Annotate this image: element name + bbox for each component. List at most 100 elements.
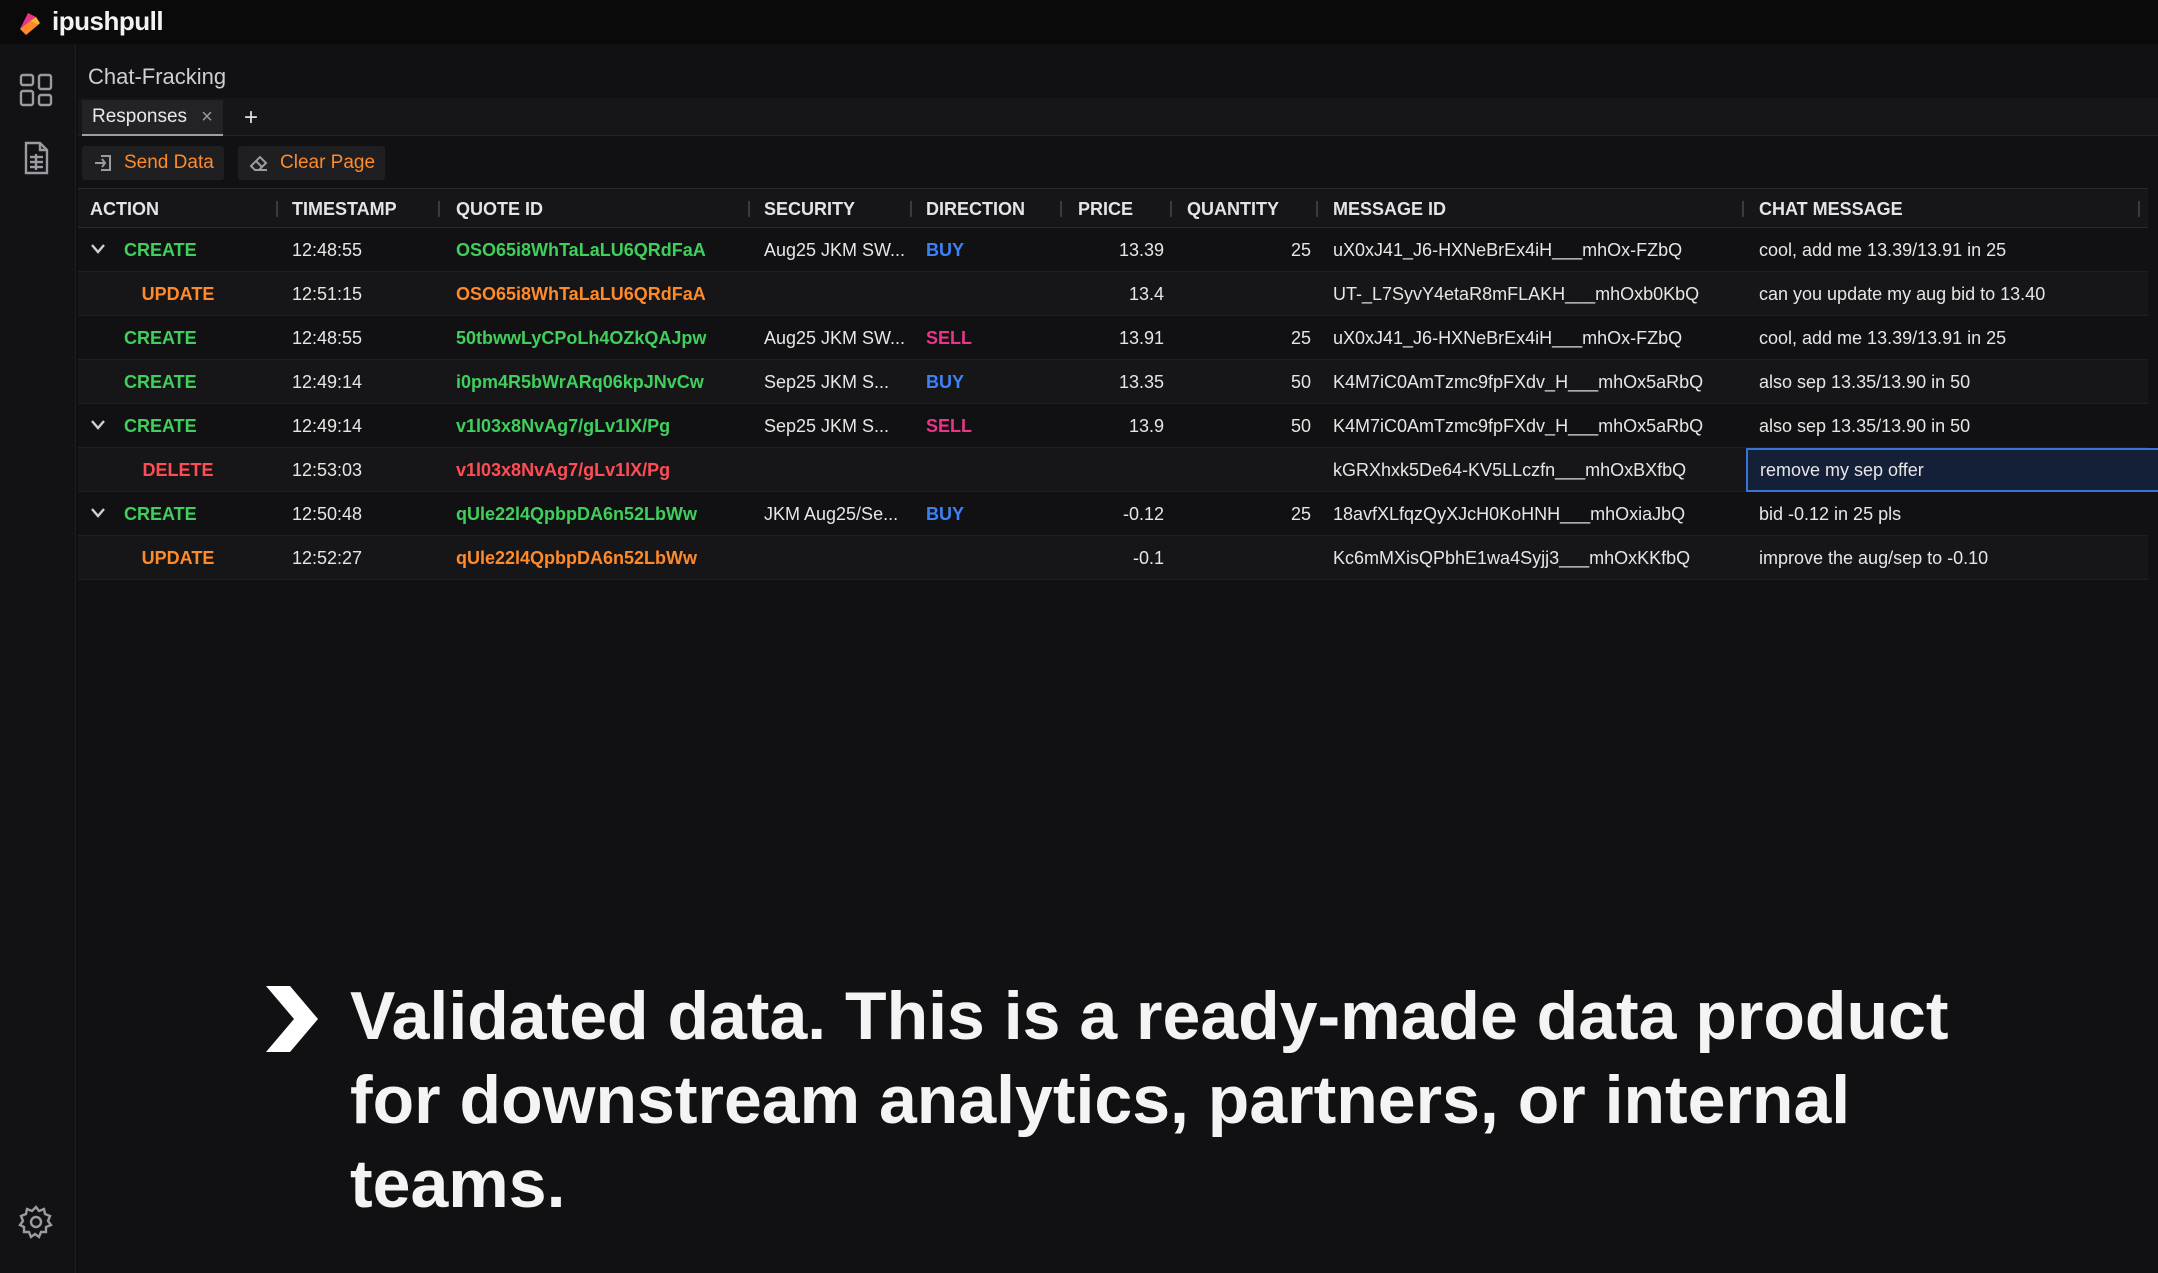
column-header-quantity[interactable]: QUANTITY — [1187, 189, 1279, 229]
cell-timestamp[interactable]: 12:53:03 — [292, 448, 432, 492]
column-header-direction[interactable]: DIRECTION — [926, 189, 1025, 229]
cell-direction[interactable]: BUY — [926, 360, 1056, 404]
table-row[interactable]: CREATE 12:48:55 50tbwwLyCPoLh4OZkQAJpw Aug2… — [78, 316, 2148, 360]
cell-timestamp[interactable]: 12:51:15 — [292, 272, 432, 316]
cell-action[interactable]: UPDATE — [118, 536, 238, 580]
cell-message-id[interactable]: K4M7iC0AmTzmc9fpFXdv_H___mhOx5aRbQ — [1333, 404, 1733, 448]
cell-message-id[interactable]: UT-_L7SyvY4etaR8mFLAKH___mhOxb0KbQ — [1333, 272, 1733, 316]
cell-direction[interactable]: BUY — [926, 492, 1056, 536]
chevron-down-icon[interactable] — [90, 492, 108, 536]
table-row[interactable]: CREATE 12:49:14 v1l03x8NvAg7/gLv1lX/Pg Sep2… — [78, 404, 2148, 448]
clear-page-button[interactable]: Clear Page — [238, 146, 386, 180]
cell-direction[interactable]: BUY — [926, 228, 1056, 272]
cell-chat-message[interactable]: remove my sep offer — [1746, 448, 2158, 492]
table-row[interactable]: CREATE 12:49:14 i0pm4R5bWrARq06kpJNvCw Sep2… — [78, 360, 2148, 404]
column-header-message-id[interactable]: MESSAGE ID — [1333, 189, 1446, 229]
cell-quantity[interactable] — [1187, 272, 1311, 316]
cell-security[interactable]: JKM Aug25/Se... — [764, 492, 904, 536]
add-tab-button[interactable]: + — [244, 104, 258, 132]
column-header-timestamp[interactable]: TIMESTAMP — [292, 189, 397, 229]
cell-direction[interactable] — [926, 448, 1056, 492]
cell-timestamp[interactable]: 12:49:14 — [292, 360, 432, 404]
cell-message-id[interactable]: kGRXhxk5De64-KV5LLczfn___mhOxBXfbQ — [1333, 448, 1733, 492]
cell-chat-message[interactable]: cool, add me 13.39/13.91 in 25 — [1759, 316, 2139, 360]
cell-quantity[interactable]: 25 — [1187, 228, 1311, 272]
cell-direction[interactable] — [926, 272, 1056, 316]
cell-quantity[interactable] — [1187, 448, 1311, 492]
table-row[interactable]: CREATE 12:50:48 qUle22l4QpbpDA6n52LbWw JKM … — [78, 492, 2148, 536]
cell-timestamp[interactable]: 12:52:27 — [292, 536, 432, 580]
cell-action[interactable]: CREATE — [124, 404, 244, 448]
cell-quote-id[interactable]: qUle22l4QpbpDA6n52LbWw — [456, 536, 746, 580]
tab-responses[interactable]: Responses × — [82, 100, 223, 136]
cell-direction[interactable] — [926, 536, 1056, 580]
cell-quote-id[interactable]: i0pm4R5bWrARq06kpJNvCw — [456, 360, 746, 404]
cell-chat-message[interactable]: can you update my aug bid to 13.40 — [1759, 272, 2139, 316]
cell-quantity[interactable]: 50 — [1187, 404, 1311, 448]
column-resize-handle[interactable] — [1316, 201, 1318, 217]
cell-message-id[interactable]: Kc6mMXisQPbhE1wa4Syjj3___mhOxKKfbQ — [1333, 536, 1733, 580]
column-header-security[interactable]: SECURITY — [764, 189, 855, 229]
cell-security[interactable]: Sep25 JKM S... — [764, 360, 904, 404]
cell-action[interactable]: UPDATE — [118, 272, 238, 316]
cell-price[interactable] — [1078, 448, 1164, 492]
cell-price[interactable]: 13.39 — [1078, 228, 1164, 272]
table-row[interactable]: UPDATE 12:52:27 qUle22l4QpbpDA6n52LbWw -0.1… — [78, 536, 2148, 580]
dashboard-icon[interactable] — [18, 72, 54, 108]
close-icon[interactable]: × — [201, 106, 213, 129]
cell-quantity[interactable]: 25 — [1187, 316, 1311, 360]
cell-action[interactable]: DELETE — [118, 448, 238, 492]
cell-timestamp[interactable]: 12:48:55 — [292, 228, 432, 272]
cell-quote-id[interactable]: v1l03x8NvAg7/gLv1lX/Pg — [456, 404, 746, 448]
table-row[interactable]: UPDATE 12:51:15 OSO65i8WhTaLaLU6QRdFaA 13.4… — [78, 272, 2148, 316]
cell-chat-message[interactable]: also sep 13.35/13.90 in 50 — [1759, 404, 2139, 448]
cell-timestamp[interactable]: 12:48:55 — [292, 316, 432, 360]
column-header-quote-id[interactable]: QUOTE ID — [456, 189, 543, 229]
cell-action[interactable]: CREATE — [124, 228, 244, 272]
cell-message-id[interactable]: uX0xJ41_J6-HXNeBrEx4iH___mhOx-FZbQ — [1333, 316, 1733, 360]
cell-quote-id[interactable]: v1l03x8NvAg7/gLv1lX/Pg — [456, 448, 746, 492]
cell-chat-message[interactable]: cool, add me 13.39/13.91 in 25 — [1759, 228, 2139, 272]
cell-timestamp[interactable]: 12:50:48 — [292, 492, 432, 536]
cell-price[interactable]: 13.91 — [1078, 316, 1164, 360]
brand-logo[interactable]: ipushpull — [14, 6, 164, 37]
cell-security[interactable]: Sep25 JKM S... — [764, 404, 904, 448]
column-resize-handle[interactable] — [1742, 201, 1744, 217]
cell-security[interactable] — [764, 448, 904, 492]
column-header-price[interactable]: PRICE — [1078, 189, 1133, 229]
cell-security[interactable] — [764, 536, 904, 580]
cell-chat-message[interactable]: also sep 13.35/13.90 in 50 — [1759, 360, 2139, 404]
gear-icon[interactable] — [18, 1204, 54, 1240]
column-header-action[interactable]: ACTION — [90, 189, 159, 229]
cell-direction[interactable]: SELL — [926, 316, 1056, 360]
cell-price[interactable]: -0.1 — [1078, 536, 1164, 580]
column-resize-handle[interactable] — [1170, 201, 1172, 217]
cell-message-id[interactable]: 18avfXLfqzQyXJcH0KoHNH___mhOxiaJbQ — [1333, 492, 1733, 536]
column-resize-handle[interactable] — [1060, 201, 1062, 217]
chevron-down-icon[interactable] — [90, 404, 108, 448]
column-resize-handle[interactable] — [910, 201, 912, 217]
cell-security[interactable]: Aug25 JKM SW... — [764, 316, 904, 360]
cell-security[interactable]: Aug25 JKM SW... — [764, 228, 904, 272]
column-resize-handle[interactable] — [748, 201, 750, 217]
column-resize-handle[interactable] — [2138, 201, 2140, 217]
column-header-chat-message[interactable]: CHAT MESSAGE — [1759, 189, 1903, 229]
cell-message-id[interactable]: K4M7iC0AmTzmc9fpFXdv_H___mhOx5aRbQ — [1333, 360, 1733, 404]
cell-price[interactable]: 13.35 — [1078, 360, 1164, 404]
cell-quantity[interactable]: 50 — [1187, 360, 1311, 404]
cell-price[interactable]: 13.4 — [1078, 272, 1164, 316]
cell-price[interactable]: 13.9 — [1078, 404, 1164, 448]
document-icon[interactable] — [18, 140, 54, 176]
cell-timestamp[interactable]: 12:49:14 — [292, 404, 432, 448]
cell-action[interactable]: CREATE — [124, 360, 244, 404]
cell-quantity[interactable]: 25 — [1187, 492, 1311, 536]
cell-quote-id[interactable]: OSO65i8WhTaLaLU6QRdFaA — [456, 228, 746, 272]
cell-action[interactable]: CREATE — [124, 492, 244, 536]
cell-action[interactable]: CREATE — [124, 316, 244, 360]
cell-security[interactable] — [764, 272, 904, 316]
cell-direction[interactable]: SELL — [926, 404, 1056, 448]
cell-quote-id[interactable]: 50tbwwLyCPoLh4OZkQAJpw — [456, 316, 746, 360]
cell-quote-id[interactable]: qUle22l4QpbpDA6n52LbWw — [456, 492, 746, 536]
chevron-down-icon[interactable] — [90, 228, 108, 272]
cell-quote-id[interactable]: OSO65i8WhTaLaLU6QRdFaA — [456, 272, 746, 316]
